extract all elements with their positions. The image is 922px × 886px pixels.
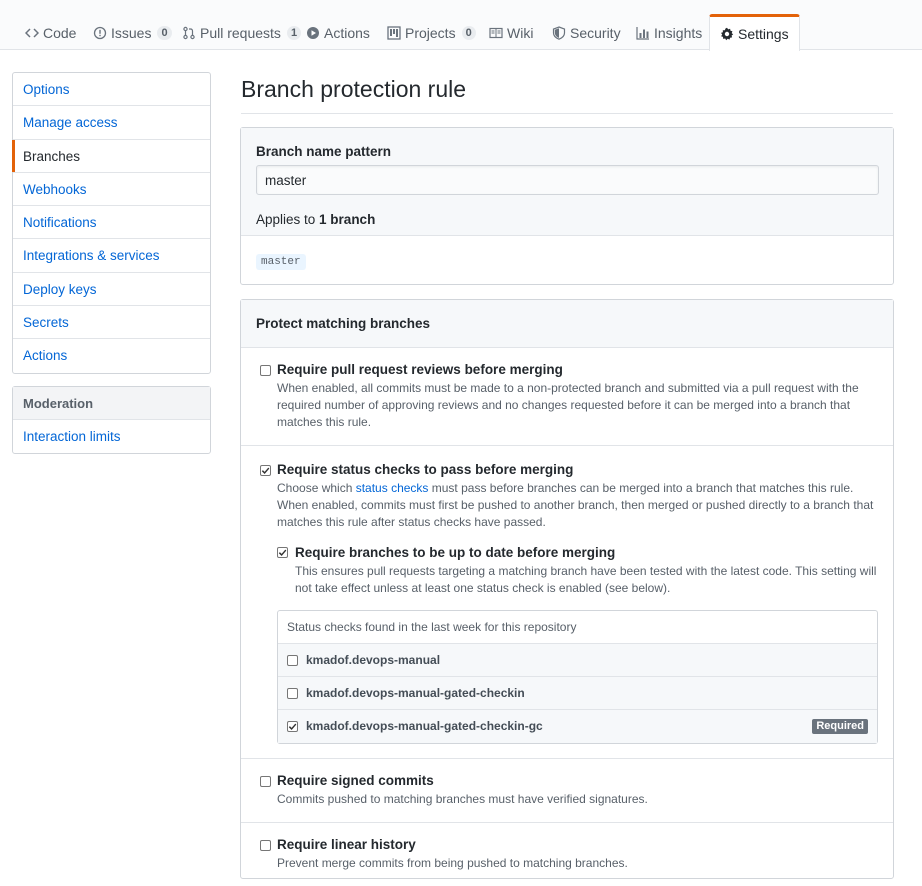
tab-label: Settings	[738, 26, 789, 42]
require-up-to-date-checkbox[interactable]	[277, 547, 288, 558]
option-title: Require signed commits	[277, 773, 434, 788]
graph-icon	[636, 26, 650, 40]
tab-label: Issues	[111, 24, 152, 41]
protect-branches-box: Protect matching branches Require pull r…	[240, 299, 894, 879]
status-check-row: kmadof.devops-manual-gated-checkin	[278, 677, 877, 710]
menu-item-integrations[interactable]: Integrations & services	[13, 239, 210, 273]
menu-item-deploy-keys[interactable]: Deploy keys	[13, 273, 210, 307]
issues-counter: 0	[157, 25, 172, 40]
branch-pattern-input[interactable]	[256, 165, 879, 195]
protect-heading: Protect matching branches	[241, 300, 893, 348]
code-icon	[25, 26, 39, 40]
pull-request-icon	[182, 26, 196, 40]
tab-label: Code	[43, 24, 77, 41]
applies-text: Applies to 1 branch	[256, 212, 878, 227]
option-require-up-to-date: Require branches to be up to date before…	[277, 545, 878, 597]
branch-pattern-box: Branch name pattern Applies to 1 branch …	[240, 127, 894, 285]
tab-security[interactable]: Security	[541, 14, 632, 50]
settings-menu: Options Manage access Branches Webhooks …	[12, 72, 211, 374]
option-description: Prevent merge commits from being pushed …	[277, 856, 628, 870]
menu-item-options[interactable]: Options	[13, 73, 210, 107]
play-icon	[306, 26, 320, 40]
tab-label: Security	[570, 24, 621, 41]
require-status-checks-checkbox[interactable]	[260, 465, 271, 476]
option-require-status-checks: Require status checks to pass before mer…	[241, 446, 893, 759]
option-title: Require linear history	[277, 837, 416, 852]
status-checks-link[interactable]: status checks	[356, 481, 429, 495]
require-reviews-checkbox[interactable]	[260, 365, 271, 376]
require-linear-history-checkbox[interactable]	[260, 840, 271, 851]
tab-code[interactable]: Code	[14, 14, 87, 50]
status-check-name: kmadof.devops-manual-gated-checkin-gc	[306, 719, 543, 733]
tab-issues[interactable]: Issues 0	[82, 14, 183, 50]
shield-icon	[552, 25, 566, 40]
status-check-name: kmadof.devops-manual	[306, 653, 441, 667]
tab-actions[interactable]: Actions	[295, 14, 381, 50]
tab-label: Projects	[405, 24, 456, 41]
status-check-checkbox[interactable]	[287, 721, 298, 732]
option-description: When enabled, all commits must be made t…	[277, 381, 859, 429]
tab-label: Actions	[324, 24, 370, 41]
tab-label: Wiki	[507, 24, 534, 41]
applies-count: 1 branch	[319, 212, 376, 227]
projects-counter: 0	[461, 25, 476, 40]
menu-item-branches[interactable]: Branches	[12, 139, 210, 173]
desc-prefix: Choose which	[277, 481, 356, 495]
menu-item-notifications[interactable]: Notifications	[13, 206, 210, 240]
project-icon	[387, 25, 401, 40]
menu-item-secrets[interactable]: Secrets	[13, 306, 210, 340]
checkmark-icon	[261, 467, 270, 474]
page-title: Branch protection rule	[241, 76, 893, 114]
applies-prefix: Applies to	[256, 212, 320, 227]
required-badge: Required	[812, 719, 868, 734]
tab-label: Pull requests	[200, 24, 281, 41]
menu-item-actions[interactable]: Actions	[13, 339, 210, 372]
moderation-menu: Moderation Interaction limits	[12, 386, 211, 455]
checkmark-icon	[288, 723, 297, 730]
status-check-checkbox[interactable]	[287, 655, 298, 666]
moderation-heading: Moderation	[13, 387, 210, 420]
status-check-checkbox[interactable]	[287, 688, 298, 699]
pattern-label: Branch name pattern	[256, 144, 392, 159]
option-require-linear-history: Require linear history Prevent merge com…	[241, 823, 893, 886]
option-description: Choose which status checks must pass bef…	[277, 480, 878, 531]
status-check-row: kmadof.devops-manual	[278, 644, 877, 677]
option-require-reviews: Require pull request reviews before merg…	[241, 348, 893, 446]
option-title: Require branches to be up to date before…	[295, 545, 616, 560]
tab-pull-requests[interactable]: Pull requests 1	[171, 14, 312, 50]
option-require-signed-commits: Require signed commits Commits pushed to…	[241, 759, 893, 823]
menu-item-interaction-limits[interactable]: Interaction limits	[13, 420, 210, 453]
option-title: Require status checks to pass before mer…	[277, 462, 574, 477]
status-checks-list: Status checks found in the last week for…	[277, 610, 878, 744]
status-check-row: kmadof.devops-manual-gated-checkin-gc Re…	[278, 710, 877, 743]
gear-icon	[720, 27, 734, 41]
status-check-name: kmadof.devops-manual-gated-checkin	[306, 686, 525, 700]
tab-insights[interactable]: Insights	[625, 14, 713, 50]
tab-projects[interactable]: Projects 0	[376, 14, 487, 50]
repo-nav-tabs: Code Issues 0 Pull requests 1 Actions Pr…	[0, 0, 922, 51]
menu-item-manage-access[interactable]: Manage access	[13, 106, 210, 140]
issue-icon	[93, 26, 107, 40]
branch-pattern-header: Branch name pattern Applies to 1 branch	[241, 128, 893, 236]
book-icon	[489, 26, 503, 40]
tab-label: Insights	[654, 24, 703, 41]
tab-wiki[interactable]: Wiki	[478, 14, 544, 50]
require-signed-commits-checkbox[interactable]	[260, 776, 271, 787]
status-checks-heading: Status checks found in the last week for…	[278, 611, 877, 644]
option-description: Commits pushed to matching branches must…	[277, 792, 648, 806]
menu-item-webhooks[interactable]: Webhooks	[13, 173, 210, 207]
tab-settings[interactable]: Settings	[709, 14, 800, 51]
checkmark-icon	[278, 549, 287, 556]
branch-tag: master	[256, 254, 306, 270]
option-title: Require pull request reviews before merg…	[277, 362, 563, 377]
option-description: This ensures pull requests targeting a m…	[295, 564, 877, 595]
